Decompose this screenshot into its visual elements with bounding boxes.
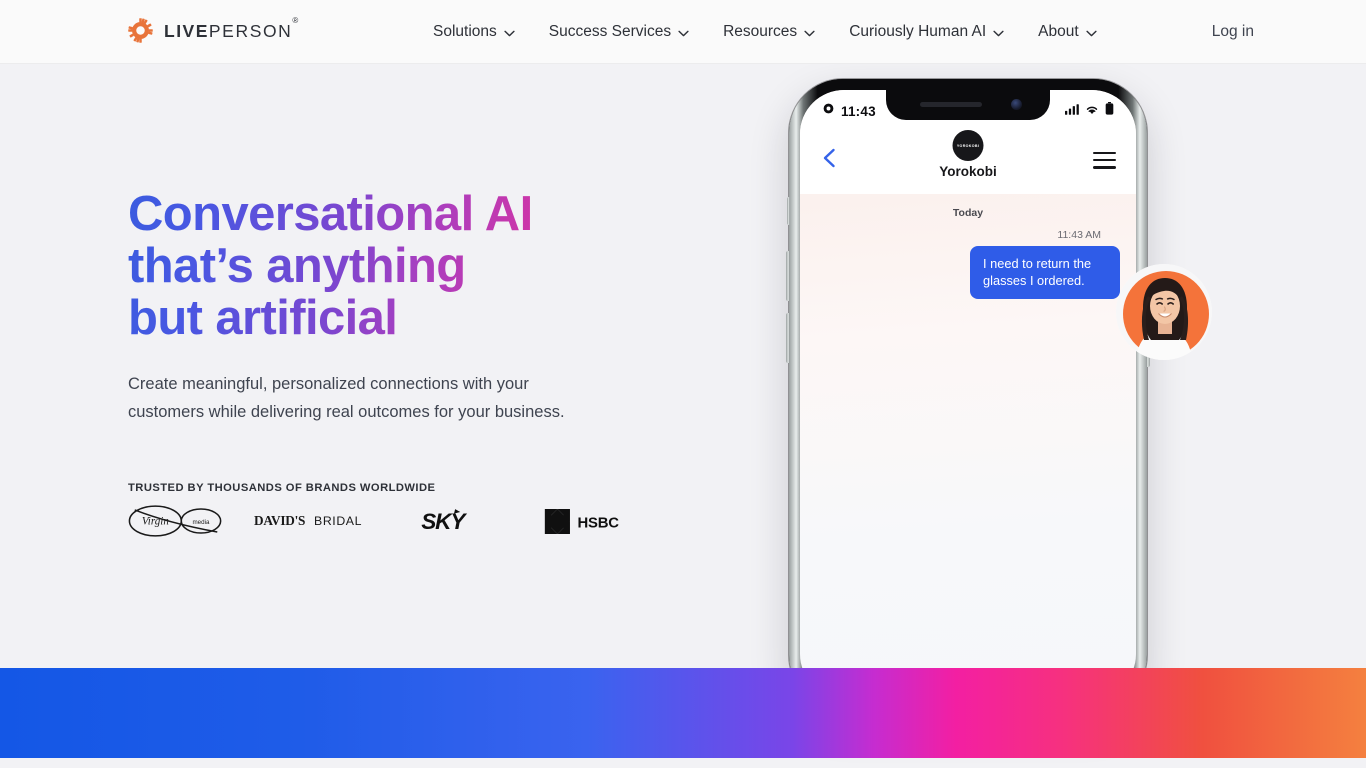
- phone-status-bar: 11:43: [800, 98, 1136, 124]
- top-navigation-bar: LIVEPERSON® Solutions Success Services R…: [0, 0, 1366, 64]
- signal-bars-icon: [1065, 102, 1079, 120]
- logo-person: PERSON: [208, 21, 293, 41]
- chat-message-row: 11:43 AM I need to return the glasses I …: [800, 229, 1136, 299]
- davids-bridal-logo: DAVID'S BRIDAL: [254, 511, 382, 531]
- svg-text:Virgin: Virgin: [142, 515, 169, 527]
- status-bar-left: 11:43: [822, 102, 876, 120]
- svg-text:SKY: SKY: [421, 509, 467, 534]
- battery-icon: [1105, 102, 1114, 120]
- page-bottom-spacer: [0, 758, 1366, 768]
- virgin-media-logo: Virgin media: [128, 504, 224, 538]
- back-chevron-icon[interactable]: [822, 148, 836, 168]
- nav-item-curiously-human-ai[interactable]: Curiously Human AI: [832, 0, 1021, 64]
- gear-icon: [128, 18, 153, 43]
- chat-message-bubble: I need to return the glasses I ordered.: [970, 246, 1120, 299]
- brand-logo-row: Virgin media DAVID'S BRIDAL SKY HSBC: [128, 504, 639, 538]
- nav-item-success-services[interactable]: Success Services: [532, 0, 706, 64]
- phone-volume-up-button: [786, 251, 790, 301]
- logo-wordmark: LIVEPERSON®: [164, 16, 298, 42]
- footer-gradient-bar: [0, 668, 1366, 758]
- hero-section: Conversational AI that’s anything but arti…: [0, 64, 1366, 668]
- headline-line-3: but artificial: [128, 291, 398, 345]
- phone-mockup: 11:43 YOROKOBI Yorokobi Today 11:43 AM I…: [786, 79, 1150, 709]
- chevron-down-icon: [1086, 29, 1097, 36]
- agent-photo-avatar: [1116, 264, 1212, 360]
- nav-item-label: Solutions: [433, 23, 497, 40]
- headline-line-1: Conversational AI: [128, 187, 533, 241]
- chevron-down-icon: [993, 29, 1004, 36]
- nav-item-label: Resources: [723, 23, 798, 40]
- sky-logo: SKY: [420, 508, 488, 534]
- avatar: YOROKOBI: [952, 130, 984, 161]
- brand-avatar-text: YOROKOBI: [956, 143, 980, 148]
- liveperson-logo[interactable]: LIVEPERSON®: [128, 16, 298, 43]
- svg-text:media: media: [192, 519, 210, 526]
- chat-header: YOROKOBI Yorokobi: [800, 124, 1136, 194]
- logo-live: LIVE: [164, 21, 209, 41]
- chevron-down-icon: [804, 29, 815, 36]
- chevron-down-icon: [504, 29, 515, 36]
- svg-text:BRIDAL: BRIDAL: [314, 514, 362, 528]
- phone-screen: 11:43 YOROKOBI Yorokobi Today 11:43 AM I…: [800, 90, 1136, 698]
- message-timestamp: 11:43 AM: [1057, 229, 1101, 241]
- wifi-icon: [1085, 102, 1099, 120]
- headline-line-2: that’s anything: [128, 239, 466, 293]
- hero-subheading: Create meaningful, personalized connecti…: [128, 375, 565, 421]
- primary-nav-links: Solutions Success Services Resources Cur…: [433, 0, 1114, 64]
- phone-volume-down-button: [786, 313, 790, 363]
- chat-title: Yorokobi: [939, 164, 997, 179]
- login-link[interactable]: Log in: [1212, 0, 1254, 64]
- nav-item-label: Success Services: [548, 23, 672, 40]
- nav-item-about[interactable]: About: [1021, 0, 1114, 64]
- chat-message-list: Today 11:43 AM I need to return the glas…: [800, 194, 1136, 698]
- chevron-down-icon: [678, 29, 689, 36]
- svg-text:HSBC: HSBC: [578, 515, 620, 531]
- gear-icon: [822, 102, 835, 120]
- status-bar-right: [1065, 102, 1114, 120]
- nav-item-label: Curiously Human AI: [849, 23, 987, 40]
- nav-item-solutions[interactable]: Solutions: [433, 0, 532, 64]
- chat-day-divider: Today: [952, 207, 984, 219]
- page-title: Conversational AI that’s anything but arti…: [128, 188, 688, 344]
- hsbc-logo: HSBC: [543, 507, 639, 536]
- trusted-by-label: TRUSTED BY THOUSANDS OF BRANDS WORLDWIDE: [128, 482, 436, 494]
- hamburger-menu-icon[interactable]: [1093, 152, 1116, 169]
- nav-item-resources[interactable]: Resources: [706, 0, 832, 64]
- svg-text:DAVID'S: DAVID'S: [254, 513, 305, 528]
- logo-trademark: ®: [292, 16, 299, 26]
- nav-item-label: About: [1038, 23, 1079, 40]
- phone-mute-switch: [786, 197, 790, 225]
- status-bar-time: 11:43: [841, 103, 876, 119]
